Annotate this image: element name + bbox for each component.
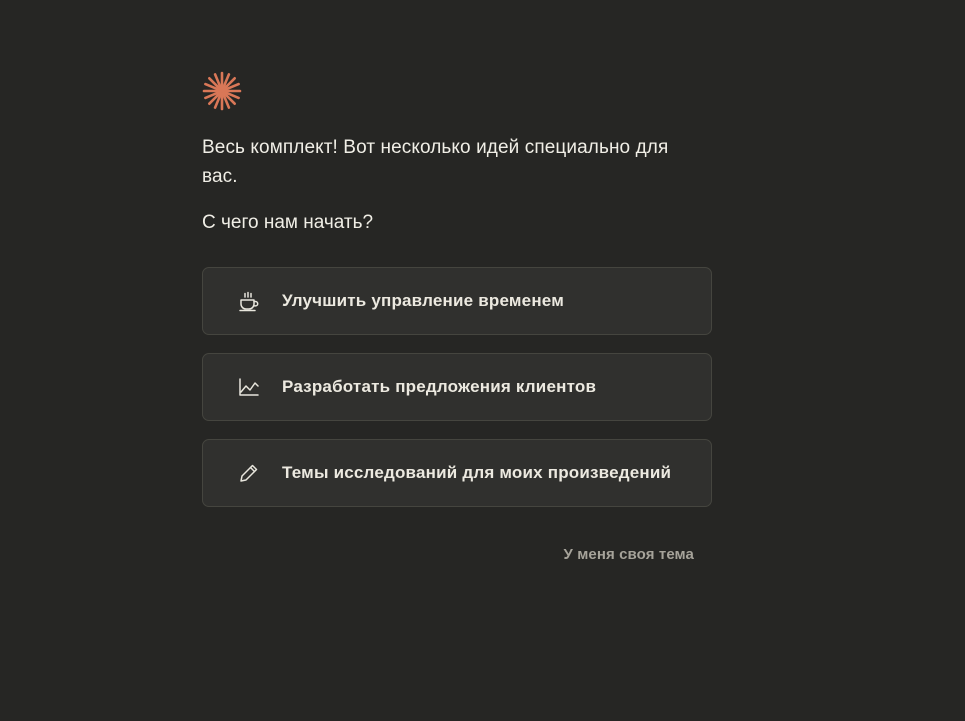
onboarding-screen: Весь комплект! Вот несколько идей специа… — [0, 0, 965, 721]
coffee-cup-icon — [237, 289, 261, 313]
option-label: Разработать предложения клиентов — [282, 377, 597, 396]
sparkle-logo-icon — [202, 71, 242, 111]
option-label: Темы исследований для моих произведений — [282, 463, 672, 482]
option-time-management[interactable]: Улучшить управление временем — [202, 267, 712, 335]
line-chart-icon — [237, 375, 261, 399]
option-research-topics[interactable]: Темы исследований для моих произведений — [202, 439, 712, 507]
option-label: Улучшить управление временем — [282, 291, 565, 310]
option-client-proposals[interactable]: Разработать предложения клиентов — [202, 353, 712, 421]
pencil-icon — [237, 461, 261, 485]
own-topic-link[interactable]: У меня своя тема — [564, 546, 695, 563]
intro-headline: Весь комплект! Вот несколько идей специа… — [202, 137, 669, 187]
intro-question: С чего нам начать? — [202, 212, 374, 233]
